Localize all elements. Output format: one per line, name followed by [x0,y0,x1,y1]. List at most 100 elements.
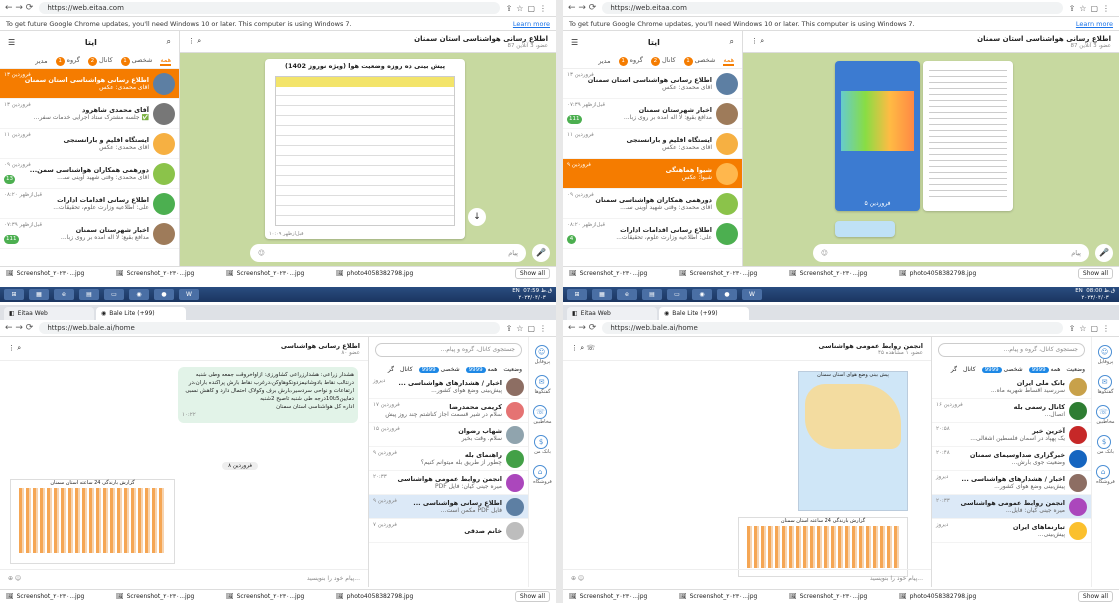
filter-channel[interactable]: کانال [963,366,976,373]
header-icons[interactable]: ⋮ ⌕ [8,344,21,353]
menu-icon[interactable]: ☰ [8,38,15,47]
toolbar-icons[interactable]: ⇪☆▢⋮ [506,4,551,13]
tab-eitaa[interactable]: ◧ Eitaa Web [4,307,94,320]
header-icons[interactable]: ⋮ ⌕ [751,37,764,46]
download-item[interactable]: 🖼 Screenshot_۲۰۲۳۰...jpg [116,593,216,600]
nav-back-icon[interactable]: ← → ⟳ [568,3,596,13]
toolbar-icons[interactable]: ⇪☆▢⋮ [506,324,551,333]
taskbar-app-icon[interactable]: ▤ [642,289,662,300]
chat-row[interactable]: اخبار / هشدارهای هواشناسی ... پیش‌بینی وض… [932,471,1091,495]
nav-contacts[interactable]: ☏ مخاطبین [533,405,552,425]
folder-icon[interactable]: ▭ [104,289,124,300]
forecast-map-image[interactable]: پیش بینی وضع هوای استان سمنان [798,371,908,511]
download-item[interactable]: 🖼 Screenshot_۲۰۲۳۰...jpg [116,270,216,277]
chat-row[interactable]: خانم صدقی ۷ فروردین [369,519,528,543]
emoji-icon[interactable]: ☺ [258,249,265,257]
download-item[interactable]: 🖼 photo4058382798.jpg [336,270,436,277]
rainfall-chart-image[interactable]: گزارش بارندگی 24 ساعته استان سمنان [738,517,908,577]
download-item[interactable]: 🖼 Screenshot_۲۰۲۳۰...jpg [226,593,326,600]
message-composer[interactable]: ☺ پیام [250,244,526,262]
nav-shop[interactable]: ⌂ فروشگاه [1096,465,1115,485]
chat-row[interactable]: اطلاع رسانی هواشناسی استان سمنان آقای محم… [0,69,179,99]
filter-channel[interactable]: کانال [400,366,413,373]
filter-personal[interactable]: شخصی 9999 [981,366,1023,373]
chat-row[interactable]: ایستگاه اقلیم و بارانسنجی آقای محمدی: عکس… [563,129,742,159]
search-input[interactable]: جستجوی کانال، گروه و پیام... [938,343,1085,357]
folder-icon[interactable]: ▭ [667,289,687,300]
nav-profile[interactable]: ☺ پروفایل [1097,345,1113,365]
download-item[interactable]: 🖼 Screenshot_۲۰۲۳۰...jpg [679,593,779,600]
download-item[interactable]: 🖼 Screenshot_۲۰۲۳۰...jpg [6,593,106,600]
tab-all[interactable]: همه [160,56,171,66]
chrome-icon[interactable]: ◉ [692,289,712,300]
chat-row[interactable]: انجمن روابط عمومی هواشناسی میره جینی کیان… [932,495,1091,519]
nav-profile[interactable]: ☺ پروفایل [534,345,550,365]
filter-status[interactable]: وضعیت [503,366,522,373]
nav-back-icon[interactable]: ← → ⟳ [568,323,596,333]
chat-row[interactable]: ایستگاه اقلیم و بارانسنجی آقای محمدی: عکس… [0,129,179,159]
chat-row[interactable]: اخبار شهرستان سمنان مدافع بقیع: لا اله آم… [0,219,179,249]
chat-row[interactable]: شهاب رضوان سلام. وقت بخیر ۱۵ فروردین [369,423,528,447]
show-all-button[interactable]: Show all [1077,268,1113,279]
show-all-button[interactable]: Show all [514,268,550,279]
image-post[interactable]: پیش بینی ده روزه وضعیت هوا (ویژه نوروز 1… [265,59,465,239]
nav-contacts[interactable]: ☏ مخاطبین [1096,405,1115,425]
chat-row[interactable]: انجمن روابط عمومی هواشناسی میره جینی کیان… [369,471,528,495]
chat-row[interactable]: اطلاع رسانی هواشناسی ... فایل PDF مکمن اس… [369,495,528,519]
chat-row[interactable]: دورهمی همکاران هواشناسی سمن... آقای محمدی… [0,159,179,189]
emoji-icon[interactable]: ⊕ ☺ [8,575,21,582]
download-item[interactable]: 🖼 photo4058382798.jpg [336,593,436,600]
chat-row[interactable]: راهنمای بله چطور از طریق بله میتوانم کنیم… [369,447,528,471]
download-item[interactable]: 🖼 photo4058382798.jpg [899,270,999,277]
taskbar-app-icon[interactable]: ▤ [79,289,99,300]
filter-group[interactable]: گر [388,366,394,373]
filter-all[interactable]: همه 9999 [1028,366,1060,373]
search-icon[interactable]: ⌕ [730,37,734,47]
filter-group[interactable]: گر [951,366,957,373]
url-field[interactable]: https://web.bale.ai/home [602,322,1063,334]
show-all-button[interactable]: Show all [514,591,550,602]
start-icon[interactable]: ⊞ [4,289,24,300]
nav-shop[interactable]: ⌂ فروشگاه [533,465,552,485]
nav-chats[interactable]: ✉ گفتگوها [534,375,550,395]
firefox-icon[interactable]: ● [154,289,174,300]
chat-row[interactable]: اطلاع رسانی اقدامات ادارات علی: اطلاعیه و… [563,219,742,249]
download-item[interactable]: 🖼 Screenshot_۲۰۲۳۰...jpg [569,593,669,600]
chat-row[interactable]: شیوا هماهنگی شیوا: عکس ۹ فروردین [563,159,742,189]
mic-button[interactable]: 🎤 [532,244,550,262]
filter-all[interactable]: همه 9999 [465,366,497,373]
tab-all[interactable]: همه [723,56,734,66]
tab-eitaa[interactable]: ◧ Eitaa Web [567,307,657,320]
message-composer[interactable]: ⊕ ☺ پیام خود را بنویسید... [0,569,368,587]
word-icon[interactable]: W [179,289,199,300]
chat-row[interactable]: اخبار / هشدارهای هواشناسی ... پیش‌بینی وض… [369,375,528,399]
chat-row[interactable]: اخبار شهرستان سمنان مدافع بقیع: لا اله آم… [563,99,742,129]
tab-personal[interactable]: شخصی 1 [683,56,715,66]
tab-group[interactable]: گروه 1 [55,56,80,66]
learn-more-link[interactable]: Learn more [513,20,550,28]
word-icon[interactable]: W [742,289,762,300]
download-item[interactable]: 🖼 Screenshot_۲۰۲۳۰...jpg [789,593,889,600]
tab-admin[interactable]: مدیر [35,57,47,65]
show-all-button[interactable]: Show all [1077,591,1113,602]
emoji-icon[interactable]: ⊕ ☺ [571,575,584,582]
search-input[interactable]: جستجوی کانال، گروه و پیام... [375,343,522,357]
rainfall-chart-image[interactable]: گزارش بارندگی 24 ساعته استان سمنان [10,479,175,564]
tab-group[interactable]: گروه 1 [618,56,643,66]
nav-back-icon[interactable]: ← → ⟳ [5,3,33,13]
menu-icon[interactable]: ☰ [571,38,578,47]
download-item[interactable]: 🖼 Screenshot_۲۰۲۳۰...jpg [679,270,779,277]
nav-bank[interactable]: $ بانک من [1097,435,1114,455]
header-icons[interactable]: ⋮ ⌕ [188,37,201,46]
tab-bale[interactable]: ◉ Bale Lite (+99) [96,307,186,320]
tab-admin[interactable]: مدیر [598,57,610,65]
taskbar-app-icon[interactable]: ▦ [592,289,612,300]
start-icon[interactable]: ⊞ [567,289,587,300]
filter-personal[interactable]: شخصی 9999 [418,366,460,373]
toolbar-icons[interactable]: ⇪☆▢⋮ [1069,324,1114,333]
learn-more-link[interactable]: Learn more [1076,20,1113,28]
download-item[interactable]: 🖼 photo4058382798.jpg [899,593,999,600]
download-item[interactable]: 🖼 Screenshot_۲۰۲۳۰...jpg [569,270,669,277]
scroll-down-button[interactable]: ↓ [468,208,486,226]
toolbar-icons[interactable]: ⇪☆▢⋮ [1069,4,1114,13]
